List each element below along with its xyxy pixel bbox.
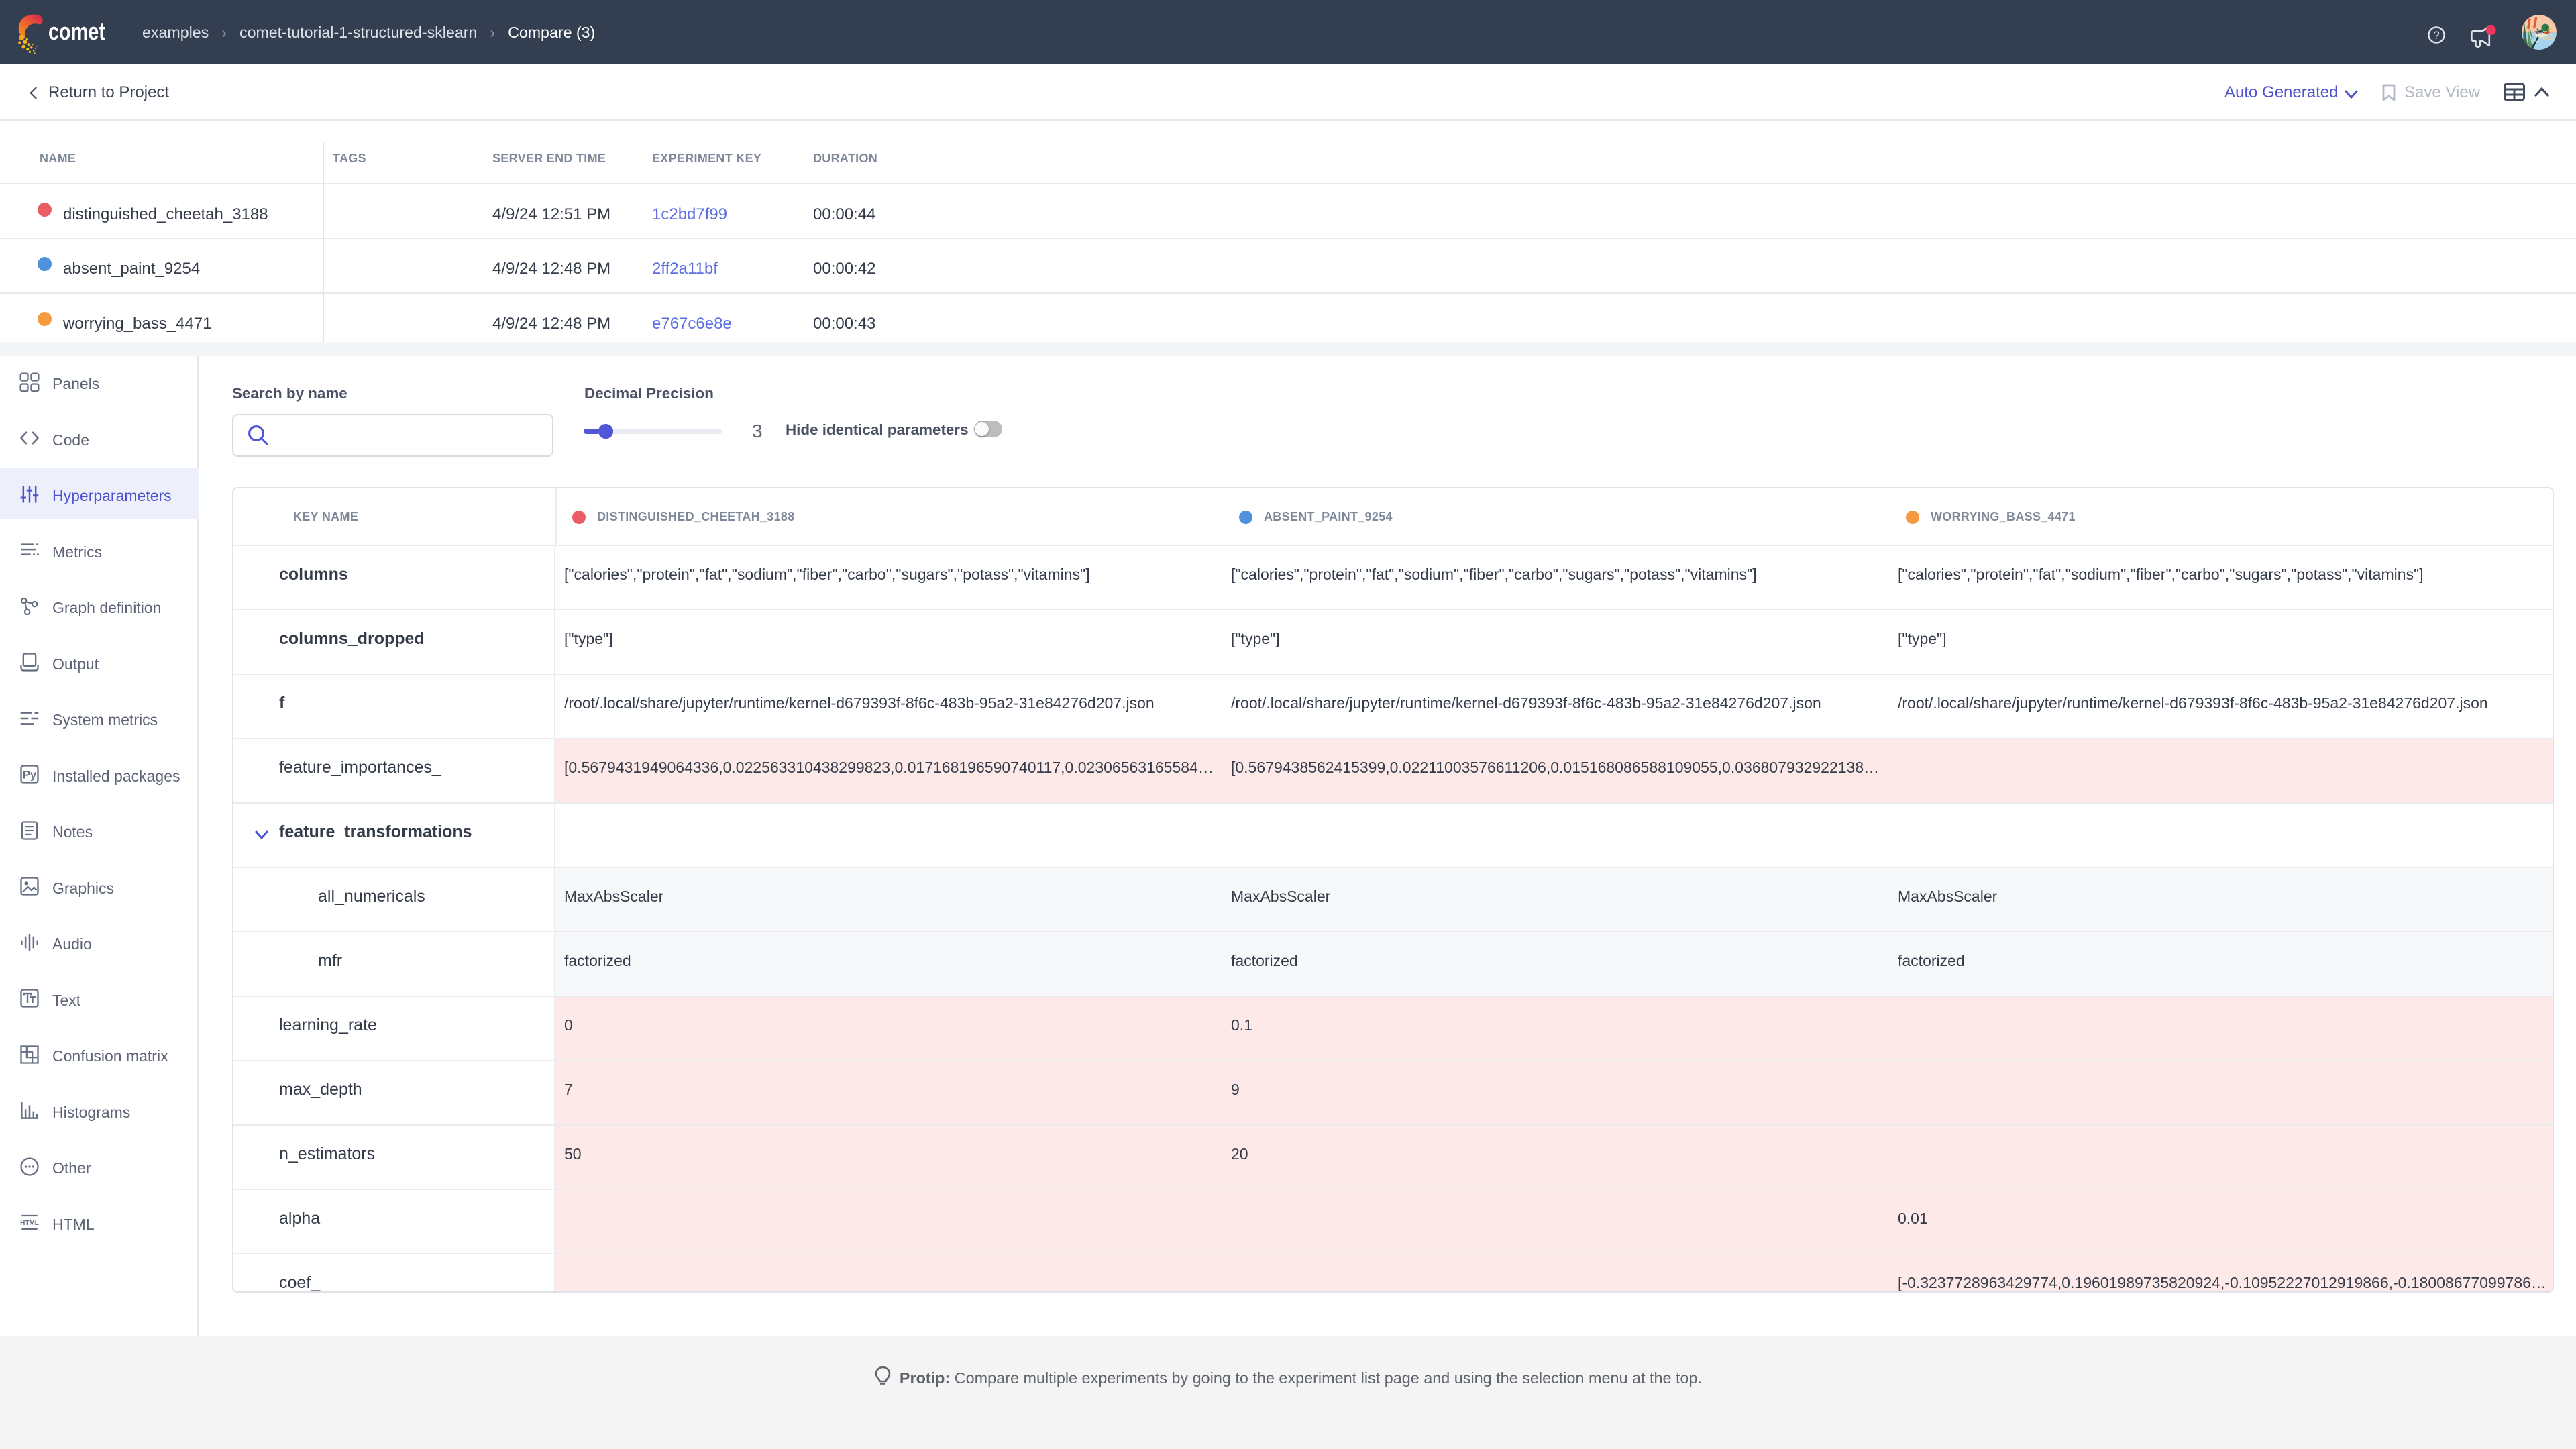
svg-text:Py: Py [23,769,37,782]
svg-text:HTML: HTML [20,1220,39,1227]
svg-text:?: ? [2433,29,2439,42]
